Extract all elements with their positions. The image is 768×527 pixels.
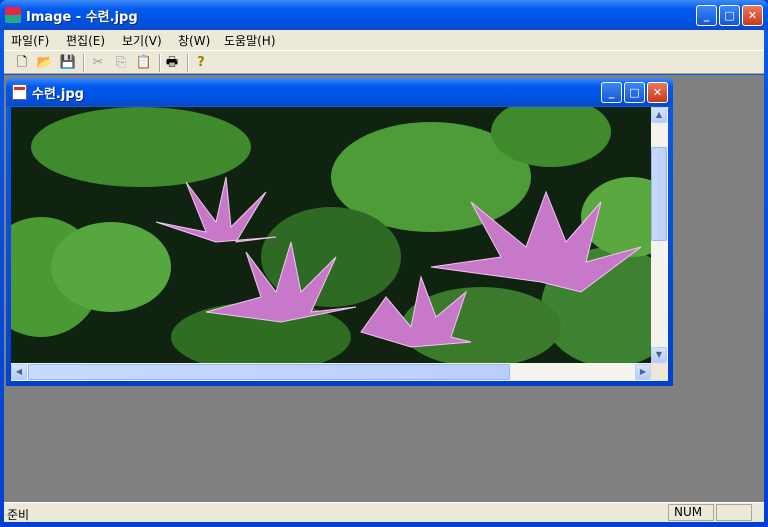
separator [83, 54, 85, 72]
vertical-scrollbar[interactable]: ▲ ▼ [651, 107, 668, 363]
app-window: Image - 수련.jpg _ □ ✕ 파일(F) 편집(E) 보기(V) 창… [0, 0, 768, 527]
new-icon[interactable]: 🗋 [12, 53, 32, 73]
water-lily-image [11, 107, 651, 363]
window-title: Image - 수련.jpg [26, 10, 138, 25]
separator [187, 54, 189, 72]
print-icon[interactable]: 🖶 [162, 53, 182, 73]
vertical-scroll-thumb[interactable] [651, 147, 667, 241]
maximize-button[interactable]: □ [719, 5, 740, 26]
status-bar: 준비 NUM [4, 502, 764, 522]
cut-icon[interactable]: ✂ [88, 53, 108, 73]
minimize-button[interactable]: _ [696, 5, 717, 26]
open-icon[interactable]: 📂 [35, 53, 55, 73]
horizontal-scrollbar[interactable]: ◀ ▶ [11, 363, 651, 381]
child-title-bar: 수련.jpg _ □ ✕ [6, 78, 673, 106]
menu-help[interactable]: 도움말(H) [224, 32, 276, 49]
app-icon [5, 7, 21, 23]
scroll-up-button[interactable]: ▲ [651, 107, 667, 123]
scroll-right-button[interactable]: ▶ [635, 364, 651, 380]
menu-view[interactable]: 보기(V) [122, 32, 162, 49]
menu-file[interactable]: 파일(F) [11, 32, 49, 49]
title-bar: Image - 수련.jpg _ □ ✕ [0, 0, 768, 30]
child-close-button[interactable]: ✕ [647, 82, 668, 103]
menu-bar: 파일(F) 편집(E) 보기(V) 창(W) 도움말(H) [4, 30, 764, 50]
num-lock-indicator: NUM [668, 504, 714, 521]
menu-window[interactable]: 창(W) [178, 32, 210, 49]
status-pane [716, 504, 752, 521]
menu-edit[interactable]: 편집(E) [66, 32, 105, 49]
copy-icon[interactable]: ⎘ [111, 53, 131, 73]
image-view: ▲ ▼ ◀ ▶ [11, 107, 668, 381]
child-minimize-button[interactable]: _ [601, 82, 622, 103]
document-icon [12, 84, 27, 100]
child-maximize-button[interactable]: □ [624, 82, 645, 103]
horizontal-scroll-thumb[interactable] [28, 364, 510, 380]
scroll-left-button[interactable]: ◀ [11, 364, 27, 380]
help-icon[interactable]: ? [191, 53, 211, 73]
save-icon[interactable]: 💾 [58, 53, 78, 73]
paste-icon[interactable]: 📋 [134, 53, 154, 73]
scroll-down-button[interactable]: ▼ [651, 347, 667, 363]
status-text: 준비 [7, 508, 30, 522]
toolbar: 🗋 📂 💾 ✂ ⎘ 📋 🖶 ? [4, 50, 764, 74]
close-button[interactable]: ✕ [742, 5, 763, 26]
image-document-window: 수련.jpg _ □ ✕ ▲ ▼ ◀ ▶ [6, 78, 673, 386]
child-title: 수련.jpg [32, 87, 84, 102]
size-grip[interactable] [651, 363, 668, 381]
separator [159, 54, 161, 72]
